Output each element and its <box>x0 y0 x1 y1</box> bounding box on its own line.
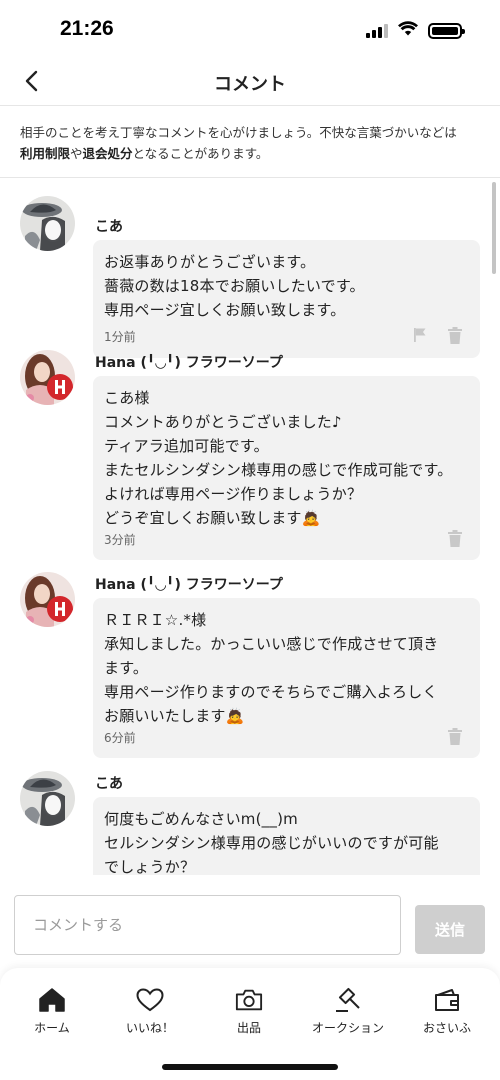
home-indicator <box>162 1064 338 1070</box>
status-time: 21:26 <box>60 17 114 40</box>
avatar[interactable] <box>20 350 75 405</box>
comment-text: 何度もごめんなさいm(__)m セルシンダシン様専用の感じがいいのですが可能 で… <box>104 810 439 875</box>
comment-bubble: こあ様 コメントありがとうございました♪ ティアラ追加可能です。 またセルシンダ… <box>93 376 480 560</box>
comment-input[interactable] <box>14 895 401 955</box>
comment-composer: 送信 <box>0 880 500 970</box>
trash-icon[interactable] <box>446 727 464 745</box>
tab-likes[interactable]: いいね！ <box>100 986 200 1036</box>
status-bar: 21:26 <box>0 0 500 58</box>
comment-list[interactable]: こあ お返事ありがとうございます。 薔薇の数は18本でお願いしたいです。 専用ペ… <box>0 178 500 875</box>
report-flag-icon[interactable] <box>411 326 429 344</box>
comment-time: 6分前 <box>104 731 136 745</box>
comment-text: ＲＩＲＩ☆.*様 承知しました。かっこいい感じで作成させて頂き ます。 専用ペー… <box>104 611 439 725</box>
gavel-icon <box>334 986 362 1014</box>
send-button[interactable]: 送信 <box>415 905 485 954</box>
tab-wallet[interactable]: おさいふ <box>397 986 497 1036</box>
avatar[interactable] <box>20 572 75 627</box>
comment-author-name[interactable]: Hana (╹◡╹) フラワーソープ <box>95 352 283 372</box>
comment-author-name[interactable]: Hana (╹◡╹) フラワーソープ <box>95 574 283 594</box>
tab-sell[interactable]: 出品 <box>199 986 299 1036</box>
status-icons <box>366 21 465 40</box>
wallet-icon <box>433 986 461 1014</box>
comment-time: 1分前 <box>104 330 136 344</box>
camera-icon <box>235 986 263 1014</box>
tab-home[interactable]: ホーム <box>2 986 102 1036</box>
trash-icon[interactable] <box>446 529 464 547</box>
nav-bar: コメント <box>0 58 500 106</box>
notice-usage-restriction: 利用制限 <box>20 146 71 161</box>
tab-label: ホーム <box>34 1021 70 1035</box>
comment-guideline-notice: 相手のことを考え丁寧なコメントを心がけましょう。不快な言葉づかいなどは 利用制限や… <box>20 122 490 164</box>
home-icon <box>38 986 66 1014</box>
notice-text-1: 相手のことを考え丁寧なコメントを心がけましょう。不快な言葉づかいなどは <box>20 125 457 140</box>
comment-text: こあ様 コメントありがとうございました♪ ティアラ追加可能です。 またセルシンダ… <box>104 389 453 527</box>
comment-author-name[interactable]: こあ <box>95 216 123 236</box>
notice-text-2: や <box>70 146 83 161</box>
notice-account-deletion: 退会処分 <box>82 146 133 161</box>
comment-text: お返事ありがとうございます。 薔薇の数は18本でお願いしたいです。 専用ページ宜… <box>104 253 365 319</box>
wifi-icon <box>398 21 418 40</box>
avatar[interactable] <box>20 771 75 826</box>
avatar[interactable] <box>20 196 75 251</box>
tab-label: オークション <box>311 1021 384 1035</box>
tab-label: 出品 <box>236 1021 261 1035</box>
notice-text-3: となることがあります。 <box>132 146 269 161</box>
tab-label: いいね！ <box>125 1021 174 1035</box>
comment-bubble: ＲＩＲＩ☆.*様 承知しました。かっこいい感じで作成させて頂き ます。 専用ペー… <box>93 598 480 758</box>
comment-author-name[interactable]: こあ <box>95 773 123 793</box>
scrollbar[interactable] <box>492 182 496 274</box>
comment-time: 3分前 <box>104 533 136 547</box>
trash-icon[interactable] <box>446 326 464 344</box>
battery-icon <box>428 22 465 39</box>
signal-icon <box>366 23 388 38</box>
heart-icon <box>136 986 164 1014</box>
page-title: コメント <box>214 74 286 95</box>
comment-bubble: お返事ありがとうございます。 薔薇の数は18本でお願いしたいです。 専用ページ宜… <box>93 240 480 358</box>
comment-bubble: 何度もごめんなさいm(__)m セルシンダシン様専用の感じがいいのですが可能 で… <box>93 797 480 875</box>
tab-auction[interactable]: オークション <box>298 986 398 1036</box>
tab-label: おさいふ <box>422 1021 471 1035</box>
